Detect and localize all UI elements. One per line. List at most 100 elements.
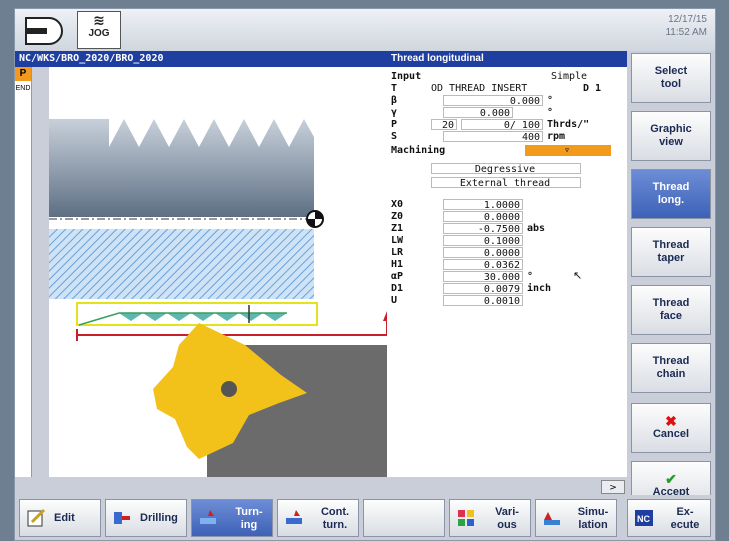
param-label: X0 (391, 199, 404, 210)
thread-face-softkey[interactable]: Thread face (631, 285, 711, 335)
various-icon (458, 510, 474, 526)
pitch-fraction-field[interactable]: 0/ 100 (461, 119, 543, 131)
z0-field[interactable]: 0.0000 (443, 211, 523, 223)
param-row-t: T OD THREAD INSERT D 1 (387, 83, 627, 95)
date-time: 12/17/15 11:52 AM (665, 13, 707, 39)
input-label: Input (391, 71, 422, 82)
param-label: H1 (391, 259, 404, 270)
cutting-edge-field[interactable]: D 1 (583, 83, 601, 95)
alpha-p-field[interactable]: 30.000 (443, 271, 523, 283)
param-row-gamma: γ 0.000 ° (387, 107, 627, 119)
u-field[interactable]: 0.0010 (443, 295, 523, 307)
edit-icon (27, 508, 46, 527)
param-label: αP (391, 271, 404, 282)
param-unit: rpm (547, 131, 566, 142)
block-list: P END (15, 67, 32, 477)
jog-mode-icon: ≋ (93, 13, 105, 29)
accept-check-icon: ✔ (665, 471, 677, 487)
thread-chain-softkey[interactable]: Thread chain (631, 343, 711, 393)
program-end-tab[interactable]: END (15, 85, 31, 92)
drilling-icon (114, 512, 130, 524)
lr-field[interactable]: 0.0000 (443, 247, 523, 259)
help-graphic (49, 67, 388, 477)
x0-field[interactable]: 1.0000 (443, 199, 523, 211)
infeed-angle-icon[interactable]: ↖ (573, 269, 587, 283)
param-row: D1 0.0079 inch (387, 283, 627, 295)
param-unit: inch (527, 283, 552, 294)
param-row: Z0 0.0000 (387, 211, 627, 223)
spindle-speed-field[interactable]: 400 (443, 131, 543, 143)
various-softkey[interactable]: Vari-ous (449, 499, 531, 537)
mode-label: JOG (88, 28, 110, 39)
infeed-row: Degressive (387, 163, 627, 175)
param-unit: ° (547, 107, 554, 118)
cancel-x-icon: ✖ (665, 413, 677, 429)
cancel-softkey[interactable]: ✖ Cancel (631, 403, 711, 453)
thread-taper-softkey[interactable]: Thread taper (631, 227, 711, 277)
edit-softkey[interactable]: Edit (19, 499, 101, 537)
param-row: LR 0.0000 (387, 247, 627, 259)
simulation-icon (544, 512, 560, 525)
param-label: S (391, 131, 398, 142)
beta-field[interactable]: 0.000 (443, 95, 543, 107)
param-row: H1 0.0362 (387, 259, 627, 271)
workpiece-thread (49, 119, 314, 217)
thread-profile (119, 313, 287, 321)
insert-hole (221, 381, 237, 397)
param-row: Z1 -0.7500 abs (387, 223, 627, 235)
svg-text:NC: NC (637, 514, 650, 524)
thread-help-diagram (49, 119, 387, 477)
contour-turning-icon (286, 510, 302, 524)
input-mode-select[interactable]: Simple (537, 71, 603, 82)
param-label: β (391, 95, 398, 106)
thread-type-row: External thread (387, 177, 627, 189)
pitch-unit-select[interactable]: Thrds/" (547, 119, 589, 131)
h1-field[interactable]: 0.0362 (443, 259, 523, 271)
param-label: D1 (391, 283, 404, 294)
machining-select[interactable]: ▿ (525, 145, 611, 156)
top-status-bar: ≋ JOG 12/17/15 11:52 AM (15, 9, 715, 51)
param-label: LW (391, 235, 404, 246)
scroll-right-button[interactable]: > (601, 480, 625, 494)
empty-softkey[interactable] (363, 499, 445, 537)
program-cycle-icon[interactable] (25, 17, 63, 45)
operating-mode-indicator: ≋ JOG (77, 11, 121, 49)
horizontal-softkey-bar: Edit Drilling Turn-ing Cont. turn. Vari-o… (15, 495, 715, 540)
machining-row: Machining ▿ (387, 145, 627, 157)
contour-turning-softkey[interactable]: Cont. turn. (277, 499, 359, 537)
pitch-whole-field[interactable]: 20 (431, 119, 457, 131)
param-row-p: P 20 0/ 100 Thrds/" (387, 119, 627, 131)
simulation-softkey[interactable]: Simu-lation (535, 499, 617, 537)
z1-field[interactable]: -0.7500 (443, 223, 523, 235)
tool-field[interactable]: OD THREAD INSERT (431, 83, 571, 94)
thread-type-select[interactable]: External thread (431, 177, 581, 189)
thread-long-softkey[interactable]: Thread long. (631, 169, 711, 219)
select-tool-softkey[interactable]: Select tool (631, 53, 711, 103)
drilling-softkey[interactable]: Drilling (105, 499, 187, 537)
param-label: P (391, 119, 398, 130)
date-text: 12/17/15 (668, 14, 707, 25)
screen-title: Thread longitudinal (387, 51, 627, 67)
execute-softkey[interactable]: NC Ex-ecute (627, 499, 711, 537)
gamma-field[interactable]: 0.000 (443, 107, 513, 119)
turning-softkey[interactable]: Turn-ing (191, 499, 273, 537)
param-unit: ° (547, 95, 554, 106)
infeed-select[interactable]: Degressive (431, 163, 581, 175)
turning-icon (200, 510, 216, 524)
param-row: U 0.0010 (387, 295, 627, 307)
param-label: Z1 (391, 223, 404, 234)
hmi-window: ≋ JOG 12/17/15 11:52 AM NC/WKS/BRO_2020/… (14, 8, 716, 541)
param-row: LW 0.1000 (387, 235, 627, 247)
param-row-s: S 400 rpm (387, 131, 627, 143)
param-row-beta: β 0.000 ° (387, 95, 627, 107)
param-row: αP 30.000 ° ↖ (387, 269, 627, 283)
param-label: γ (391, 107, 398, 118)
param-label: U (391, 295, 398, 306)
d1-field[interactable]: 0.0079 (443, 283, 523, 295)
lw-field[interactable]: 0.1000 (443, 235, 523, 247)
param-label: LR (391, 247, 404, 258)
graphic-view-softkey[interactable]: Graphic view (631, 111, 711, 161)
machining-label: Machining (391, 145, 446, 156)
program-header-tab[interactable]: P (15, 67, 31, 81)
z1-mode-select[interactable]: abs (527, 223, 545, 235)
